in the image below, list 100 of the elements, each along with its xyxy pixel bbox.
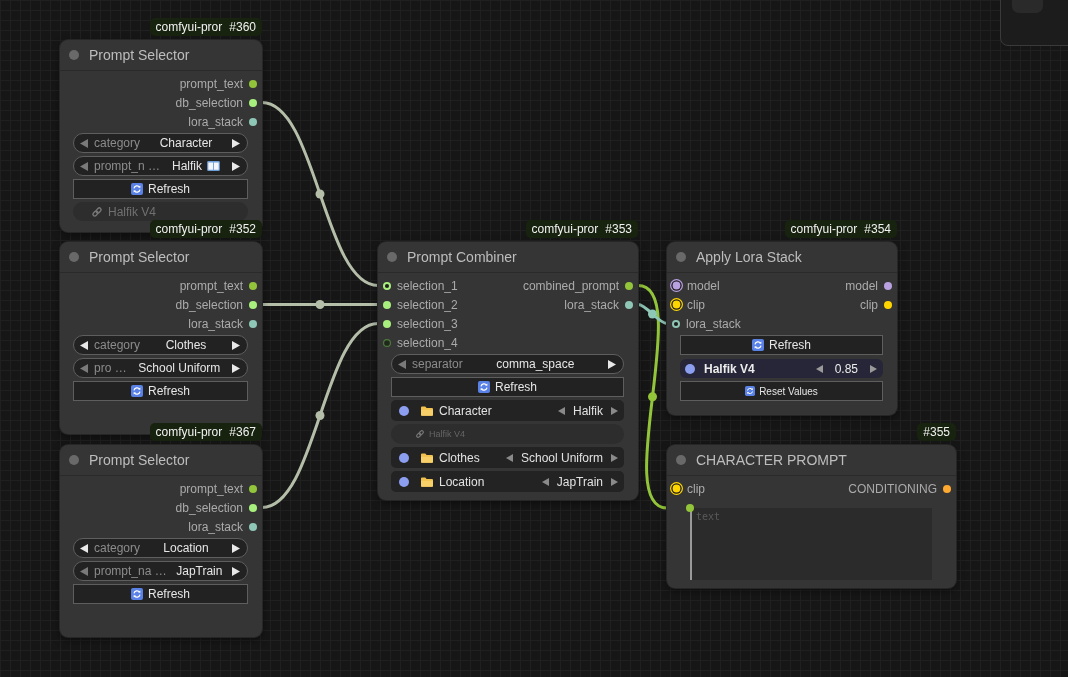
combo-value: Halfik (172, 159, 202, 173)
output-slot-icon[interactable] (249, 503, 257, 512)
left-arrow-icon[interactable] (815, 364, 823, 373)
collapse-dot-icon[interactable] (676, 252, 686, 262)
collapse-dot-icon[interactable] (69, 252, 79, 262)
output-slot-icon[interactable] (249, 79, 257, 88)
combo-label: pro … (94, 361, 127, 375)
category-value: Halfik (573, 403, 603, 418)
combo-label: category (94, 338, 141, 352)
toggle-dot-icon[interactable] (399, 405, 409, 416)
output-slot-icon[interactable] (249, 98, 257, 107)
combo-widget[interactable]: category Clothes (73, 335, 248, 355)
collapse-dot-icon[interactable] (676, 455, 686, 465)
graph-canvas[interactable] (0, 0, 1068, 677)
refresh-icon (745, 386, 756, 396)
input-slot-icon[interactable] (686, 504, 694, 512)
input-slot-label: selection_3 (397, 316, 458, 331)
folder-icon (421, 476, 433, 487)
output-slot-label: lora_stack (188, 114, 243, 129)
refresh-button[interactable]: Refresh (73, 179, 248, 199)
input-slot-icon[interactable] (383, 319, 391, 328)
left-arrow-icon[interactable] (80, 543, 88, 553)
input-slot-icon[interactable] (383, 281, 391, 290)
folder-icon (421, 405, 433, 416)
refresh-icon (131, 588, 143, 600)
refresh-button[interactable]: Refresh (73, 381, 248, 401)
strength-value: 0.85 (834, 361, 858, 376)
node-id-label: #360 (229, 20, 256, 34)
output-slot-icon[interactable] (249, 281, 257, 290)
output-slot-label: clip (860, 297, 878, 312)
input-slot-icon[interactable] (670, 298, 683, 311)
output-slot-icon[interactable] (884, 300, 892, 309)
combo-widget[interactable]: category Character (73, 133, 248, 153)
right-arrow-icon[interactable] (232, 138, 240, 148)
output-slot-icon[interactable] (249, 522, 257, 531)
node-source-label: comfyui-pror (531, 222, 599, 236)
combo-label: category (94, 136, 141, 150)
output-slot-label: db_selection (175, 297, 243, 312)
collapse-dot-icon[interactable] (387, 252, 397, 262)
right-arrow-icon[interactable] (232, 566, 240, 576)
combo-value: School Uniform (138, 361, 221, 375)
node-title: Prompt Selector (89, 249, 190, 265)
toggle-dot-icon[interactable] (685, 363, 695, 374)
right-arrow-icon[interactable] (232, 340, 240, 350)
output-slot-label: prompt_text (179, 481, 243, 496)
refresh-icon (131, 183, 143, 195)
link-icon (415, 429, 425, 439)
right-arrow-icon[interactable] (232, 161, 240, 171)
input-slot-icon[interactable] (383, 300, 391, 309)
output-slot-icon[interactable] (884, 281, 892, 290)
lora-tag-label: Halfik V4 (108, 204, 157, 219)
refresh-icon (478, 381, 490, 393)
link-icon (91, 205, 103, 218)
combo-value: Character (159, 136, 213, 150)
collapse-dot-icon[interactable] (69, 50, 79, 60)
output-slot-icon[interactable] (943, 484, 951, 493)
input-slot-icon[interactable] (670, 482, 683, 495)
input-slot-label: lora_stack (686, 316, 741, 331)
combo-label: prompt_na … (94, 564, 167, 578)
combo-value: comma_space (496, 357, 575, 371)
right-arrow-icon[interactable] (870, 364, 877, 373)
output-slot-label: prompt_text (179, 278, 243, 293)
toggle-dot-icon[interactable] (399, 476, 409, 487)
combo-widget[interactable]: prompt_na … JapTrain (73, 561, 248, 581)
right-arrow-icon[interactable] (232, 543, 240, 553)
output-slot-label: model (845, 278, 878, 293)
output-slot-label: lora_stack (564, 297, 619, 312)
right-arrow-icon[interactable] (232, 363, 240, 373)
category-label: Clothes (439, 450, 480, 465)
input-slot-label: selection_1 (397, 278, 458, 293)
output-slot-icon[interactable] (625, 300, 633, 309)
input-slot-label: clip (687, 297, 705, 312)
input-slot-icon[interactable] (672, 319, 680, 328)
node-title: Prompt Combiner (407, 249, 517, 265)
node-title: Prompt Selector (89, 452, 190, 468)
input-slot-label: clip (687, 481, 705, 496)
refresh-button[interactable]: Refresh (680, 335, 883, 355)
output-slot-label: lora_stack (188, 519, 243, 534)
lora-name: Halfik V4 (704, 361, 755, 376)
left-arrow-icon[interactable] (80, 340, 88, 350)
reset-button[interactable]: Reset Values (680, 381, 883, 401)
combo-widget[interactable]: prompt_n … Halfik (73, 156, 248, 176)
combo-widget[interactable]: separator comma_space (391, 354, 624, 374)
toggle-dot-icon[interactable] (399, 452, 409, 463)
refresh-button[interactable]: Refresh (73, 584, 248, 604)
output-slot-label: db_selection (175, 95, 243, 110)
category-value: JapTrain (556, 474, 603, 489)
input-slot-icon[interactable] (670, 279, 683, 292)
combo-widget[interactable]: pro … School Uniform (73, 358, 248, 378)
collapse-dot-icon[interactable] (69, 455, 79, 465)
output-slot-icon[interactable] (625, 281, 633, 290)
output-slot-icon[interactable] (249, 300, 257, 309)
output-slot-icon[interactable] (249, 484, 257, 493)
right-arrow-icon[interactable] (608, 359, 616, 369)
output-slot-icon[interactable] (249, 117, 257, 126)
combo-widget[interactable]: category Location (73, 538, 248, 558)
input-slot-icon[interactable] (383, 338, 391, 347)
refresh-button[interactable]: Refresh (391, 377, 624, 397)
output-slot-label: prompt_text (179, 76, 243, 91)
output-slot-icon[interactable] (249, 319, 257, 328)
